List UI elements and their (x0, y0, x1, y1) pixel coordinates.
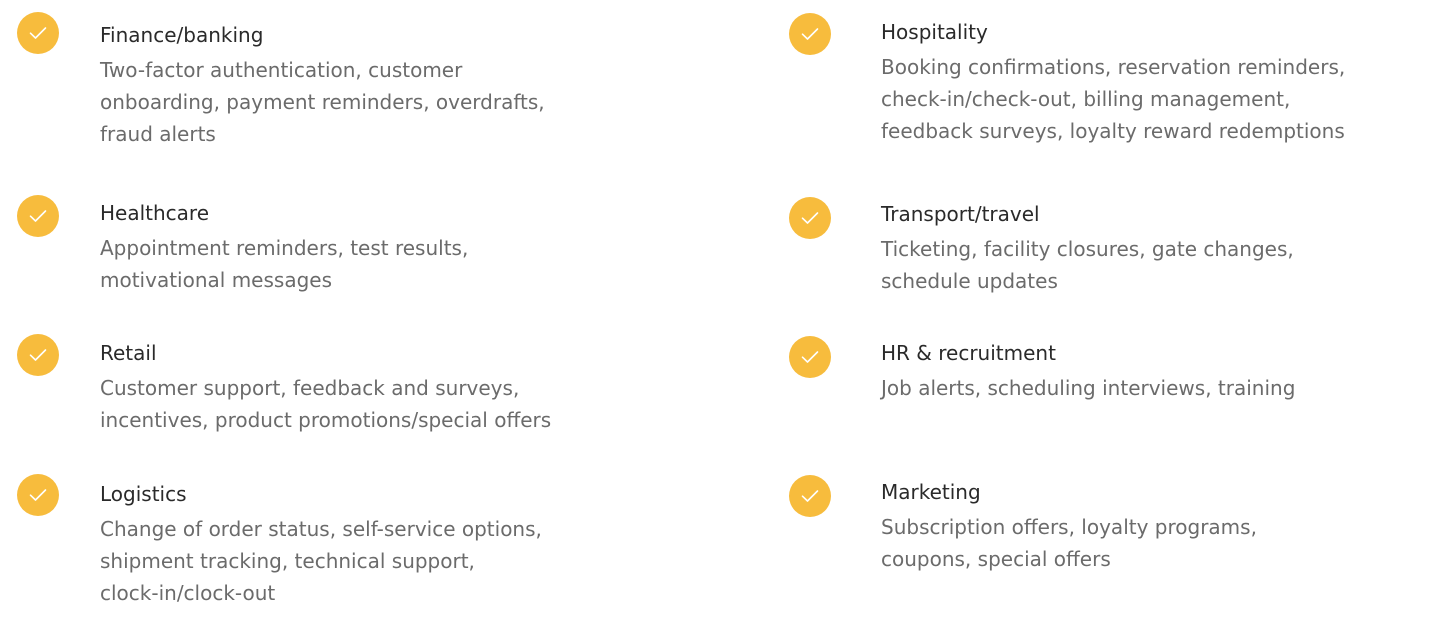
item-title: Transport/travel (881, 202, 1040, 226)
item-title: HR & recruitment (881, 341, 1056, 365)
item-description: Customer support, feedback and surveys, … (100, 376, 552, 432)
item-description: Job alerts, scheduling interviews, train… (881, 376, 1296, 400)
check-icon (17, 195, 59, 237)
item-title: Healthcare (100, 201, 210, 225)
item-title: Logistics (100, 482, 187, 506)
check-icon (789, 336, 831, 378)
item-description: Subscription offers, loyalty programs, c… (881, 515, 1257, 571)
item-description: Booking confirmations, reservation remin… (881, 55, 1346, 143)
item-title: Marketing (881, 480, 981, 504)
check-icon (789, 197, 831, 239)
check-icon (17, 12, 59, 54)
item-description: Appointment reminders, test results, mot… (100, 236, 469, 292)
item-description: Change of order status, self-service opt… (100, 517, 542, 605)
item-title: Retail (100, 341, 157, 365)
check-icon (789, 13, 831, 55)
check-icon (17, 334, 59, 376)
item-title: Finance/banking (100, 23, 264, 47)
item-description: Two-factor authentication, customer onbo… (100, 58, 545, 146)
item-title: Hospitality (881, 20, 988, 44)
check-icon (17, 474, 59, 516)
check-icon (789, 475, 831, 517)
item-description: Ticketing, facility closures, gate chang… (881, 237, 1294, 293)
